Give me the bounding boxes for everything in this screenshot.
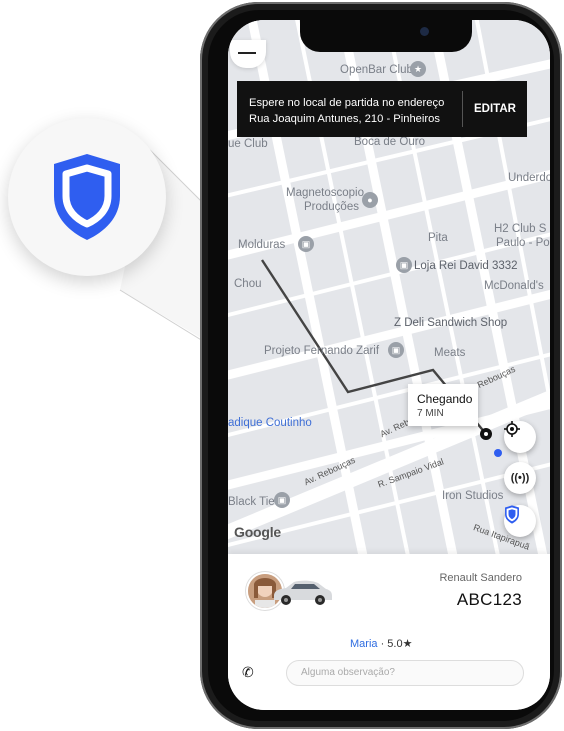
poi-label: Underdo (508, 172, 550, 184)
poi-pin-icon: ★ (410, 61, 426, 77)
poi-label: Z Deli Sandwich Shop (394, 317, 508, 329)
shield-icon (54, 154, 120, 240)
poi-pin-icon: ● (362, 192, 378, 208)
poi-label: ue Club (228, 138, 268, 150)
pickup-banner: Espere no local de partida no endereço R… (237, 81, 527, 137)
poi-pin-icon: ▣ (396, 257, 412, 273)
eta-title: Chegando (417, 392, 473, 406)
poi-label: H2 Club S (494, 223, 547, 235)
banner-line-1: Espere no local de partida no endereço (249, 97, 445, 109)
poi-pin-icon: ▣ (274, 492, 290, 508)
locate-icon (504, 421, 520, 437)
poi-label: Boca de Ouro (354, 136, 425, 148)
trip-sheet: Renault Sandero ABC123 Maria · 5.0★ ✆ Al… (228, 554, 550, 710)
driver-info: Maria · 5.0★ (350, 637, 412, 650)
car-image (274, 580, 332, 605)
phone-notch (300, 18, 472, 52)
poi-label: Loja Rei David 3332 (414, 260, 518, 272)
message-input[interactable]: Alguma observação? (286, 660, 524, 686)
hamburger-icon (238, 52, 256, 54)
poi-label: Pita (428, 232, 448, 244)
shield-icon (505, 505, 519, 524)
poi-pin-icon: ▣ (298, 236, 314, 252)
poi-label: Black Tie (228, 496, 275, 508)
zoomed-shield-callout (8, 118, 166, 276)
poi-pin-icon: ▣ (388, 342, 404, 358)
poi-label: Projeto Fernando Zarif (264, 345, 380, 357)
eta-subtitle: 7 MIN (417, 408, 444, 419)
poi-label: Chou (234, 278, 262, 290)
google-logo: Google (234, 524, 282, 540)
edit-button[interactable]: EDITAR (463, 81, 527, 137)
camera-dot (420, 27, 429, 36)
safety-shield-button[interactable] (504, 505, 536, 537)
locate-button[interactable] (504, 421, 536, 453)
poi-label: Magnetoscopio (286, 187, 364, 199)
poi-label: Iron Studios (442, 490, 504, 502)
phone-call-icon[interactable]: ✆ (242, 664, 254, 681)
broadcast-button[interactable]: ((•)) (504, 462, 536, 494)
poi-label: McDonald's (484, 280, 544, 292)
poi-label: Paulo - Po (496, 237, 550, 249)
car-model: Renault Sandero (439, 572, 522, 584)
license-plate: ABC123 (456, 590, 522, 609)
driver-name[interactable]: Maria (350, 638, 378, 650)
poi-label: Produções (304, 201, 359, 213)
driver-rating: · 5.0★ (380, 638, 413, 650)
poi-label: OpenBar Club (340, 64, 413, 76)
broadcast-icon: ((•)) (510, 472, 530, 484)
menu-button[interactable] (230, 40, 266, 68)
poi-label: adique Coutinho (228, 417, 312, 429)
eta-tooltip: Chegando 7 MIN (408, 384, 478, 426)
poi-label: Meats (434, 347, 466, 359)
poi-label: Molduras (238, 239, 286, 251)
banner-line-2: Rua Joaquim Antunes, 210 - Pinheiros (249, 113, 440, 125)
app-screen: OpenBar Club ★ ue Club Boca de Ouro Unde… (228, 20, 550, 710)
